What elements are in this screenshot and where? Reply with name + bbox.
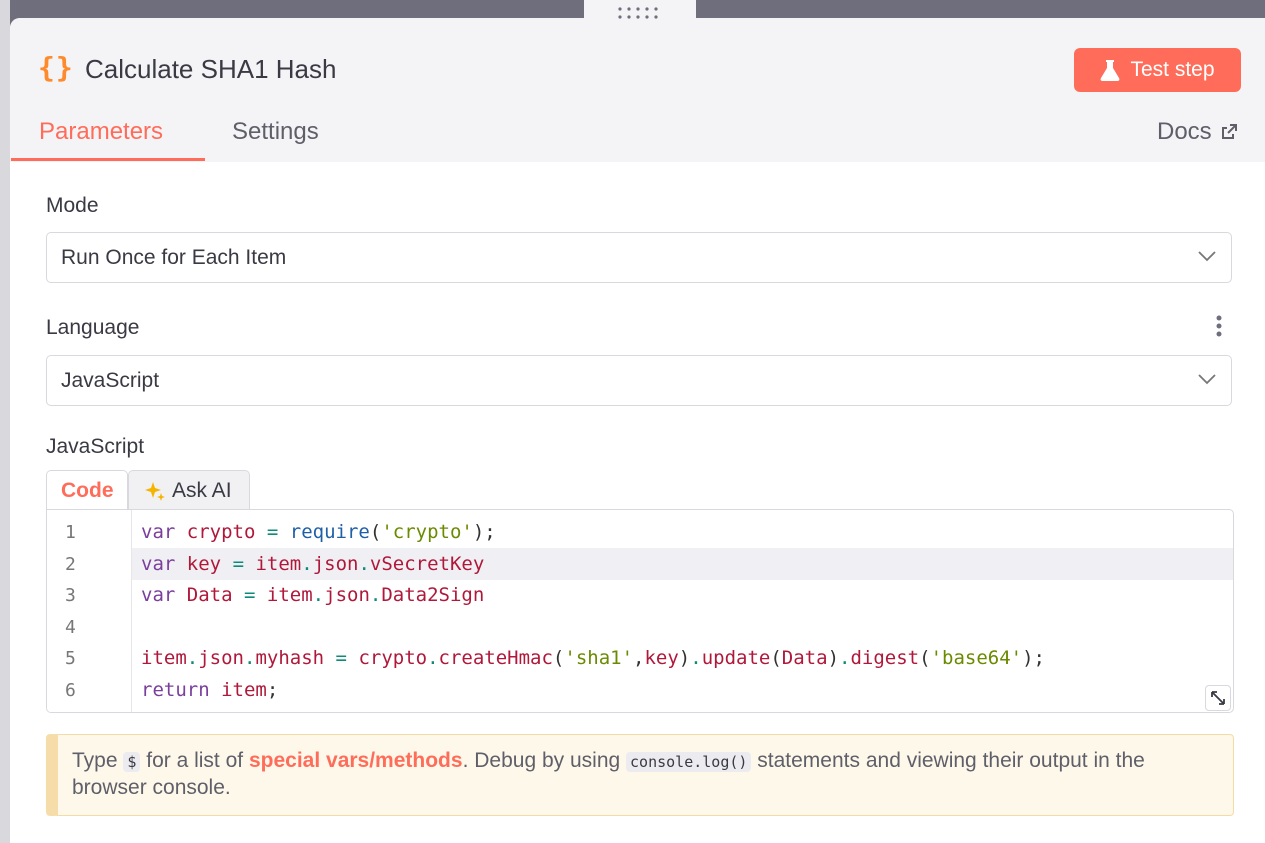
expand-icon	[1211, 691, 1225, 705]
mode-select[interactable]: Run Once for Each Item	[46, 232, 1232, 283]
chevron-down-icon	[1198, 251, 1216, 262]
line-number-gutter	[47, 510, 132, 712]
tab-parameters[interactable]: Parameters	[39, 118, 163, 146]
line-number: 3	[65, 585, 76, 606]
docs-label: Docs	[1157, 118, 1212, 145]
panel-drag-handle[interactable]	[584, 0, 696, 26]
expand-editor-button[interactable]	[1205, 685, 1231, 711]
code-line: var crypto = require('crypto');	[141, 521, 496, 543]
tab-code-label: Code	[61, 478, 114, 502]
line-number: 5	[65, 648, 76, 669]
line-number: 6	[65, 680, 76, 701]
code-line: var key = item.json.vSecretKey	[141, 553, 485, 575]
hint-console-code: console.log()	[626, 752, 752, 772]
mode-label: Mode	[46, 194, 99, 217]
hint-dollar-code: $	[123, 752, 141, 772]
mode-value: Run Once for Each Item	[61, 246, 287, 269]
code-line: return item;	[141, 679, 279, 701]
hint-text: Type	[72, 749, 118, 772]
panel-header: {} Calculate SHA1 Hash Test step Paramet…	[10, 18, 1265, 162]
node-details-panel: {} Calculate SHA1 Hash Test step Paramet…	[10, 18, 1265, 843]
language-label: Language	[46, 316, 140, 339]
line-number: 2	[65, 554, 76, 575]
external-link-icon	[1221, 124, 1237, 139]
code-line: var Data = item.json.Data2Sign	[141, 584, 485, 606]
special-vars-link[interactable]: special vars/methods	[249, 749, 463, 772]
language-select[interactable]: JavaScript	[46, 355, 1232, 406]
hint-text: for a list of	[146, 749, 244, 772]
code-hint-callout: Type $ for a list of special vars/method…	[46, 734, 1234, 816]
code-field-label: JavaScript	[46, 435, 145, 458]
chevron-down-icon	[1198, 374, 1216, 385]
test-step-label: Test step	[1130, 58, 1215, 81]
code-braces-icon: {}	[38, 51, 74, 84]
node-title[interactable]: Calculate SHA1 Hash	[85, 54, 336, 85]
code-editor[interactable]: 1 2 3 4 5 6 var crypto = require('crypto…	[46, 509, 1234, 713]
docs-link[interactable]: Docs	[1157, 118, 1238, 146]
tab-settings[interactable]: Settings	[232, 118, 319, 146]
line-number: 4	[65, 617, 76, 638]
tab-ask-ai[interactable]: Ask AI	[128, 470, 250, 510]
line-number: 1	[65, 522, 76, 543]
hint-text: . Debug by using	[462, 749, 621, 772]
more-options-icon[interactable]	[1215, 314, 1223, 338]
tab-code[interactable]: Code	[46, 470, 128, 510]
flask-icon	[1101, 60, 1120, 81]
test-step-button[interactable]: Test step	[1074, 48, 1241, 92]
active-tab-indicator	[11, 158, 205, 161]
canvas-edge	[0, 0, 10, 843]
drag-dots-icon	[618, 7, 658, 19]
sparkles-icon	[145, 481, 165, 501]
code-line: item.json.myhash = crypto.createHmac('sh…	[141, 647, 1045, 669]
tab-ask-ai-label: Ask AI	[172, 478, 232, 502]
language-value: JavaScript	[61, 369, 160, 392]
